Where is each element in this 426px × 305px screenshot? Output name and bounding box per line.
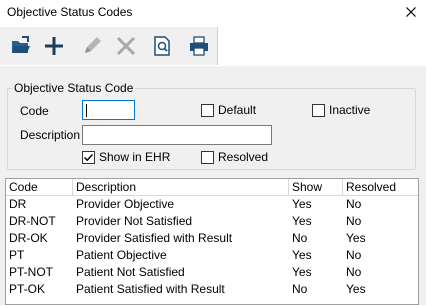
- code-label: Code: [20, 104, 49, 118]
- table-row[interactable]: DR-NOT Provider Not Satisfied Yes No: [6, 213, 418, 230]
- show-in-ehr-checkbox-box[interactable]: [82, 150, 95, 164]
- code-input[interactable]: [82, 100, 135, 120]
- open-button[interactable]: [7, 32, 35, 60]
- default-checkbox[interactable]: Default: [201, 103, 256, 117]
- cell-resolved: Yes: [346, 282, 366, 296]
- open-folder-icon: [12, 36, 30, 53]
- description-input[interactable]: [82, 125, 272, 145]
- cell-code: DR: [9, 197, 27, 211]
- cell-show: Yes: [292, 265, 312, 279]
- print-button[interactable]: [185, 32, 213, 60]
- edit-button[interactable]: [78, 32, 106, 60]
- cell-show: No: [292, 231, 308, 245]
- inactive-checkbox[interactable]: Inactive: [312, 103, 370, 117]
- delete-button[interactable]: [112, 32, 140, 60]
- table-row[interactable]: DR-OK Provider Satisfied with Result No …: [6, 230, 418, 247]
- resolved-checkbox-box[interactable]: [201, 150, 214, 164]
- cell-resolved: No: [346, 265, 362, 279]
- column-header-description[interactable]: Description: [73, 179, 289, 196]
- grid-header: Code Description Show Resolved: [6, 179, 418, 196]
- cell-code: DR-OK: [9, 231, 48, 245]
- toolbar: [0, 27, 218, 65]
- checkmark-icon: [83, 153, 94, 161]
- description-label: Description: [20, 128, 81, 142]
- table-row[interactable]: DR Provider Objective Yes No: [6, 196, 418, 213]
- column-header-show[interactable]: Show: [289, 179, 343, 196]
- pencil-icon: [85, 37, 101, 53]
- resolved-label: Resolved: [218, 150, 269, 164]
- window-title: Objective Status Codes: [7, 5, 133, 19]
- cell-description: Patient Satisfied with Result: [76, 282, 225, 296]
- cell-description: Provider Not Satisfied: [76, 214, 193, 228]
- cell-show: No: [292, 282, 308, 296]
- close-button[interactable]: [396, 0, 426, 24]
- table-row[interactable]: PT Patient Objective Yes No: [6, 247, 418, 264]
- column-header-resolved[interactable]: Resolved: [343, 179, 418, 196]
- cell-resolved: Yes: [346, 231, 366, 245]
- resolved-checkbox[interactable]: Resolved: [201, 150, 268, 164]
- group-title: Objective Status Code: [12, 81, 136, 95]
- cell-code: PT: [9, 248, 25, 262]
- plus-icon: [45, 37, 63, 55]
- content-area: Objective Status Code Code Default Inact…: [0, 66, 426, 305]
- cell-code: DR-NOT: [9, 214, 56, 228]
- close-icon: [406, 7, 416, 17]
- title-bar: Objective Status Codes: [0, 0, 426, 26]
- cell-resolved: No: [346, 197, 362, 211]
- inactive-checkbox-box[interactable]: [312, 103, 325, 117]
- cell-code: PT-NOT: [9, 265, 53, 279]
- printer-icon: [190, 36, 208, 56]
- magnify-document-icon: [154, 36, 170, 56]
- text-caret: [86, 104, 87, 117]
- table-row[interactable]: PT-OK Patient Satisfied with Result No Y…: [6, 281, 418, 298]
- default-checkbox-box[interactable]: [201, 103, 214, 117]
- cell-description: Patient Not Satisfied: [76, 265, 185, 279]
- inactive-label: Inactive: [329, 103, 371, 117]
- x-icon: [116, 36, 136, 56]
- table-row[interactable]: PT-NOT Patient Not Satisfied Yes No: [6, 264, 418, 281]
- cell-resolved: No: [346, 248, 362, 262]
- cell-description: Provider Satisfied with Result: [76, 231, 233, 245]
- cell-show: Yes: [292, 248, 312, 262]
- cell-code: PT-OK: [9, 282, 46, 296]
- cell-description: Provider Objective: [76, 197, 175, 211]
- cell-show: Yes: [292, 214, 312, 228]
- cell-resolved: No: [346, 214, 362, 228]
- show-in-ehr-checkbox[interactable]: Show in EHR: [82, 150, 170, 164]
- cell-show: Yes: [292, 197, 312, 211]
- column-header-code[interactable]: Code: [6, 179, 73, 196]
- default-label: Default: [218, 103, 257, 117]
- show-in-ehr-label: Show in EHR: [99, 150, 171, 164]
- preview-button[interactable]: [148, 32, 176, 60]
- status-codes-grid[interactable]: Code Description Show Resolved DR Provid…: [5, 178, 419, 305]
- cell-description: Patient Objective: [76, 248, 167, 262]
- add-button[interactable]: [40, 32, 68, 60]
